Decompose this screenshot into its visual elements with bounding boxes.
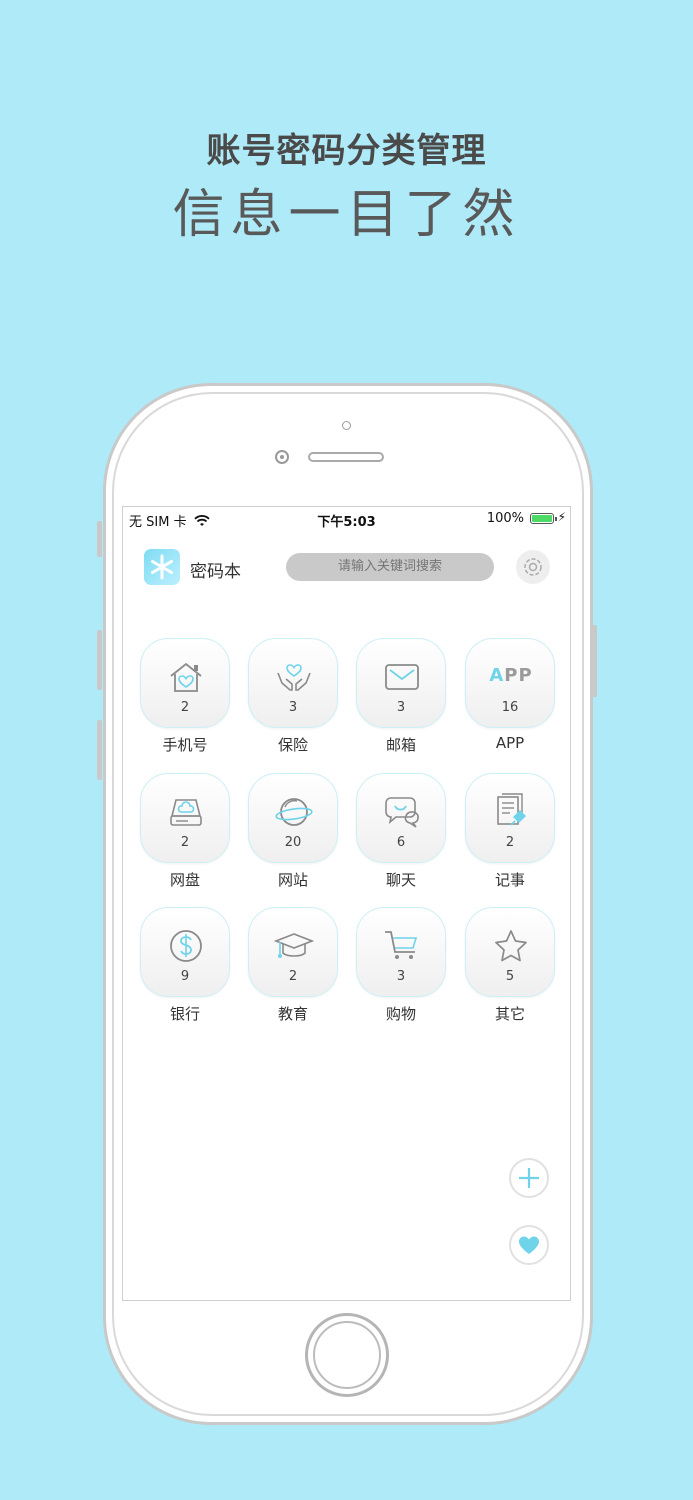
category-count: 20 — [284, 835, 302, 850]
gear-icon — [524, 558, 542, 576]
proximity-sensor — [342, 421, 351, 430]
category-item[interactable]: 5 其它 — [465, 907, 555, 1037]
category-count: 6 — [396, 835, 406, 850]
category-tile[interactable]: 2 — [140, 773, 230, 863]
category-count: 3 — [396, 700, 406, 715]
app-title: 密码本 — [190, 562, 241, 582]
app-text-icon: APP — [489, 665, 533, 686]
category-item[interactable]: 3 保险 — [248, 638, 338, 768]
status-bar: 无 SIM 卡 下午5:03 100% ⚡ — [123, 507, 570, 530]
earpiece-speaker — [308, 452, 384, 462]
dollar-coin-icon — [166, 926, 206, 966]
mute-switch — [97, 521, 102, 557]
graduation-cap-icon — [273, 926, 315, 966]
notes-pin-icon — [491, 792, 531, 832]
front-camera — [275, 450, 289, 464]
category-item[interactable]: APP 16 APP — [465, 638, 555, 768]
category-label: 购物 — [385, 1005, 416, 1023]
category-tile[interactable]: 3 — [356, 638, 446, 728]
category-tile[interactable]: 2 — [465, 773, 555, 863]
chat-bubbles-icon — [382, 792, 422, 832]
category-label: 银行 — [169, 1005, 200, 1023]
heart-icon — [519, 1236, 539, 1254]
category-count: 2 — [180, 835, 190, 850]
volume-down-button — [97, 720, 102, 780]
category-tile[interactable]: 3 — [356, 907, 446, 997]
category-tile[interactable]: 2 — [140, 638, 230, 728]
category-count: 2 — [288, 969, 298, 984]
category-tile[interactable]: 9 — [140, 907, 230, 997]
category-item[interactable]: 2 网盘 — [140, 773, 230, 903]
cloud-drive-icon — [166, 792, 206, 832]
category-label: 保险 — [277, 736, 308, 754]
category-item[interactable]: 20 网站 — [248, 773, 338, 903]
star-icon — [491, 926, 531, 966]
mail-icon — [382, 657, 422, 697]
promo-title: 账号密码分类管理 — [206, 131, 487, 171]
search-input[interactable] — [286, 553, 494, 581]
category-item[interactable]: 6 聊天 — [356, 773, 446, 903]
category-label: 记事 — [494, 871, 525, 889]
category-count: 3 — [396, 969, 406, 984]
category-item[interactable]: 3 邮箱 — [356, 638, 446, 768]
category-count: 2 — [505, 835, 515, 850]
home-button[interactable] — [305, 1313, 389, 1397]
plus-icon — [519, 1168, 539, 1188]
shopping-cart-icon — [382, 926, 422, 966]
category-label: 网站 — [277, 871, 308, 889]
category-count: 5 — [505, 969, 515, 984]
category-tile[interactable]: 2 — [248, 907, 338, 997]
category-label: 教育 — [277, 1005, 308, 1023]
category-tile[interactable]: 20 — [248, 773, 338, 863]
category-label: 其它 — [494, 1005, 525, 1023]
app-screen: 无 SIM 卡 下午5:03 100% ⚡ 密码本 2手机号3保险3邮箱AP — [122, 506, 571, 1301]
favorites-button[interactable] — [509, 1225, 549, 1265]
category-count: 16 — [501, 700, 519, 715]
house-heart-icon — [166, 657, 206, 697]
settings-button[interactable] — [516, 550, 550, 584]
category-item[interactable]: 3 购物 — [356, 907, 446, 1037]
category-label: 邮箱 — [385, 736, 416, 754]
category-item[interactable]: 9 银行 — [140, 907, 230, 1037]
category-item[interactable]: 2 教育 — [248, 907, 338, 1037]
category-item[interactable]: 2 手机号 — [140, 638, 230, 768]
category-count: 2 — [180, 700, 190, 715]
charging-icon: ⚡ — [557, 510, 566, 524]
app-logo-icon — [144, 549, 180, 585]
hands-heart-icon — [274, 657, 314, 697]
battery-percent: 100% — [486, 511, 524, 526]
category-count: 9 — [180, 969, 190, 984]
planet-icon — [274, 792, 314, 832]
promo-subtitle: 信息一目了然 — [172, 185, 521, 245]
add-button[interactable] — [509, 1158, 549, 1198]
category-label: 聊天 — [385, 871, 416, 889]
category-tile[interactable]: APP 16 — [465, 638, 555, 728]
category-label: 手机号 — [162, 736, 208, 754]
category-item[interactable]: 2 记事 — [465, 773, 555, 903]
category-count: 3 — [288, 700, 298, 715]
category-tile[interactable]: 5 — [465, 907, 555, 997]
category-tile[interactable]: 6 — [356, 773, 446, 863]
volume-up-button — [97, 630, 102, 690]
category-label: 网盘 — [169, 871, 200, 889]
category-label: APP — [495, 734, 525, 752]
battery-icon — [530, 513, 557, 524]
category-tile[interactable]: 3 — [248, 638, 338, 728]
